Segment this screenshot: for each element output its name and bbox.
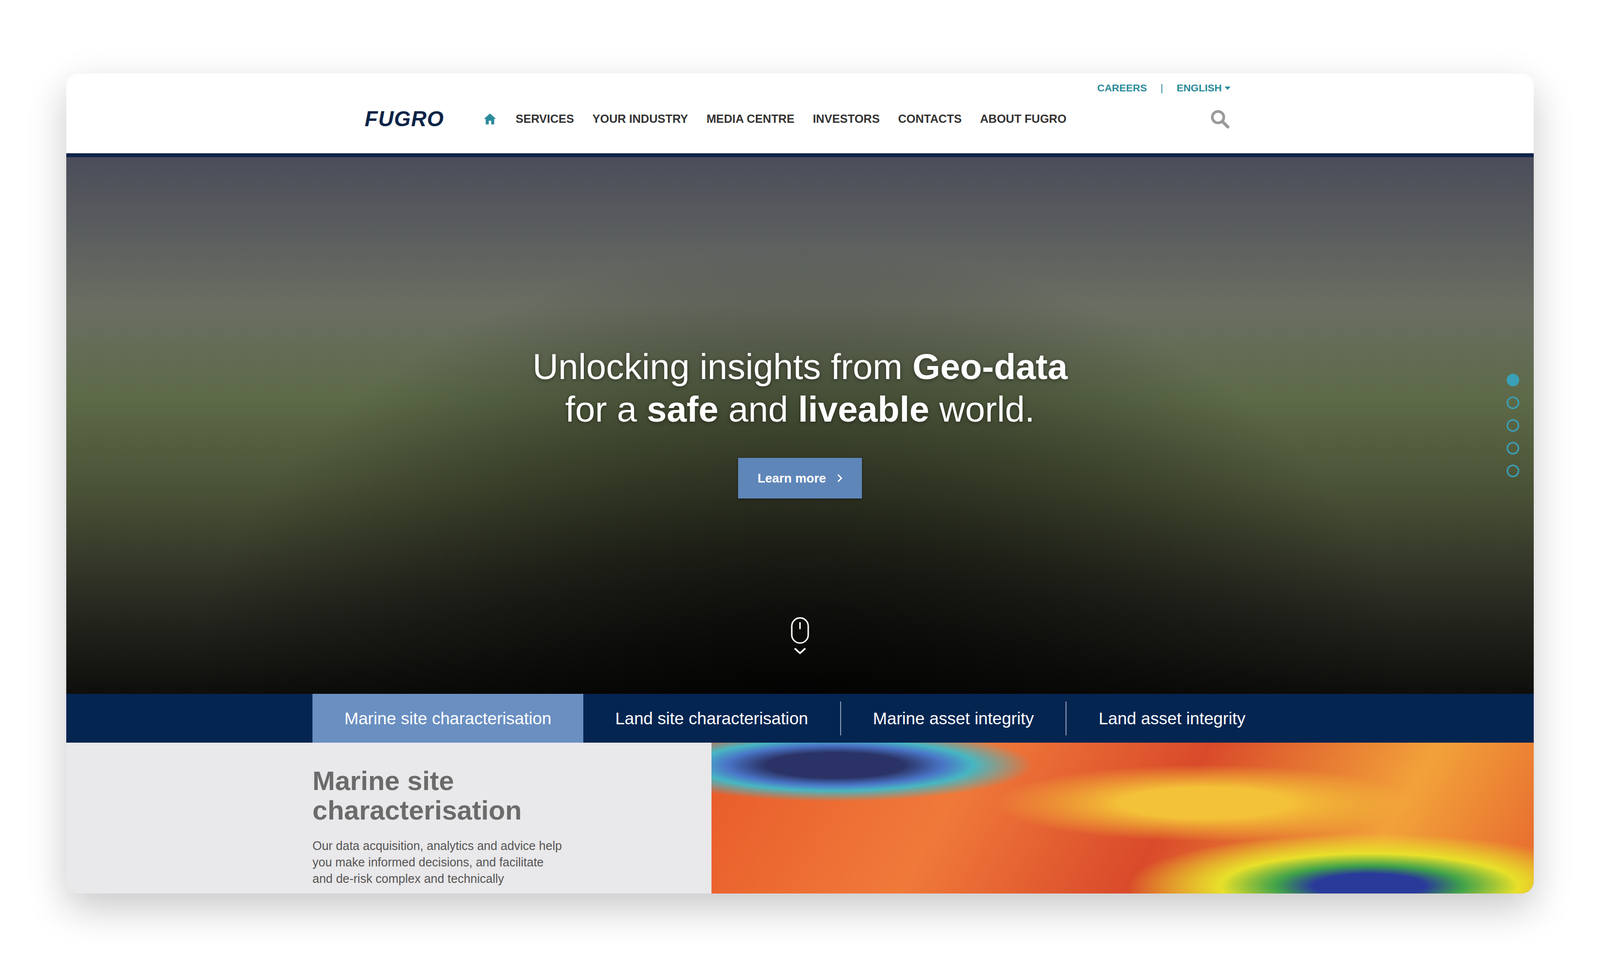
main-nav: SERVICES YOUR INDUSTRY MEDIA CENTRE INVESTO… [482,111,1067,127]
button-label: Learn more [757,471,827,487]
feature-text: Marine site characterisation Our data acq… [66,742,712,888]
nav-link[interactable]: MEDIA CENTRE [706,112,795,126]
tabs-container: Marine site characterisationLand site ch… [312,694,1288,743]
headline-line: for a safe and liveable world. [532,388,1068,431]
tab[interactable]: Land site characterisation [583,694,841,743]
headline-segment: Geo-data [912,346,1068,387]
tab[interactable]: Land asset integrity [1066,694,1278,743]
header-divider [66,153,1534,158]
headline-segment: liveable [798,389,930,430]
tab[interactable]: Marine site characterisation [312,694,584,743]
tab-separator [840,701,842,736]
nav-link[interactable]: SERVICES [515,112,575,126]
utility-separator: | [1160,82,1163,94]
utility-link[interactable]: CAREERS [1097,82,1148,94]
main-nav-row: FUGRO SERVICES YOUR INDUSTRY MEDIA CENTRE IN… [364,95,1236,143]
headline-segment: Unlocking insights from [532,346,913,387]
feature-title: Marine site characterisation [312,766,574,826]
nav-link[interactable]: YOUR INDUSTRY [592,112,689,126]
headline-segment: and [718,389,799,430]
nav-link[interactable]: INVESTORS [812,112,880,126]
feature-text-panel: Marine site characterisation Our data acq… [66,742,712,894]
hero-content: Unlocking insights from Geo-datafor a sa… [532,345,1068,499]
logo[interactable]: FUGRO [364,106,483,132]
tab-bar: Marine site characterisationLand site ch… [66,694,1534,743]
header-container: CAREERS | ENGLISH FUGRO SERVICES YOUR INDUS… [364,73,1236,143]
caret-icon [1224,86,1231,90]
headline-segment: world. [929,389,1035,430]
scroll-mouse-icon[interactable] [790,616,810,658]
slide-dot[interactable] [1506,419,1520,432]
page: CAREERS | ENGLISH FUGRO SERVICES YOUR INDUS… [0,0,1600,967]
slide-indicators [1506,373,1520,478]
tab-separator [1065,701,1067,736]
tab[interactable]: Marine asset integrity [841,694,1067,743]
description-line: you make informed decisions, and facilit… [312,854,712,871]
headline-line: Unlocking insights from Geo-data [532,345,1068,389]
headline-segment: for a [565,389,648,430]
hero: Unlocking insights from Geo-datafor a sa… [66,157,1534,695]
learn-more-button[interactable]: Learn more [738,458,862,499]
slide-dot[interactable] [1506,442,1520,455]
browser-frame: CAREERS | ENGLISH FUGRO SERVICES YOUR INDUS… [66,73,1534,894]
hero-headline: Unlocking insights from Geo-datafor a sa… [532,345,1068,431]
search-icon[interactable] [1209,108,1231,130]
slide-dot[interactable] [1506,464,1520,478]
home-icon[interactable] [482,111,498,127]
slide-dot[interactable] [1506,373,1520,387]
site-header: CAREERS | ENGLISH FUGRO SERVICES YOUR INDUS… [66,73,1534,154]
description-line: Our data acquisition, analytics and advi… [312,837,712,855]
feature-section: Marine site characterisation Our data acq… [66,742,1534,894]
slide-dot[interactable] [1506,396,1520,410]
bathymetry-image [711,742,1534,894]
chevron-right-icon [836,473,843,484]
nav-link[interactable]: ABOUT FUGRO [979,112,1067,126]
feature-description: Our data acquisition, analytics and advi… [312,837,712,888]
nav-link[interactable]: CONTACTS [898,112,963,126]
headline-segment: safe [646,389,719,430]
utility-bar: CAREERS | ENGLISH [364,80,1236,96]
utility-link[interactable]: ENGLISH [1176,82,1231,94]
description-line: and de-risk complex and technically [312,870,712,888]
